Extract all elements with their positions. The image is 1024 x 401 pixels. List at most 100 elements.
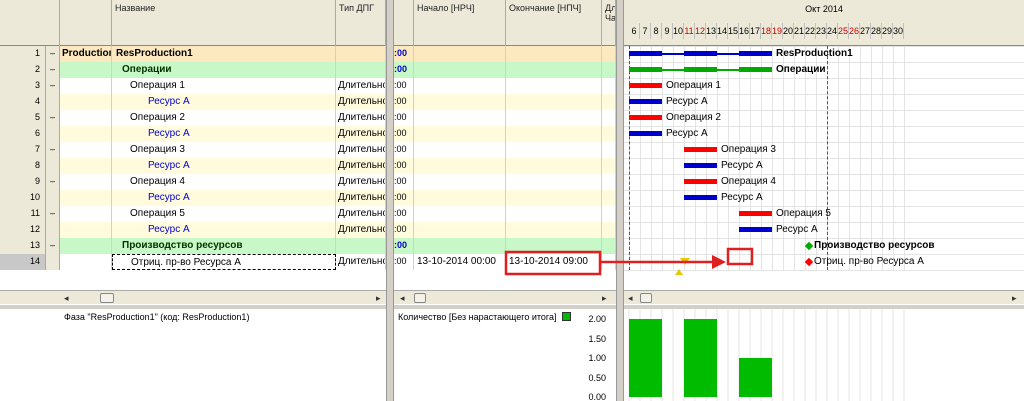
table-row[interactable]: :00 [394, 190, 616, 206]
histogram-bar[interactable] [629, 319, 662, 397]
table-row[interactable]: :00 [394, 46, 616, 62]
grid-h-scrollbar[interactable]: ◂ ▸ [0, 290, 386, 304]
row-start-cell[interactable] [414, 126, 506, 142]
scroll-left-arrow-icon[interactable]: ◂ [628, 291, 633, 305]
collapse-toggle-icon[interactable]: – [46, 174, 60, 190]
summary-bar[interactable] [629, 51, 662, 56]
header-start-column[interactable]: Начало [НРЧ] [414, 0, 506, 46]
row-start-cell[interactable] [414, 78, 506, 94]
operation-bar[interactable] [684, 147, 717, 152]
row-code-cell[interactable] [60, 222, 112, 238]
row-start-cell[interactable] [414, 158, 506, 174]
collapse-toggle-icon[interactable] [46, 94, 60, 110]
scroll-left-arrow-icon[interactable]: ◂ [64, 291, 69, 305]
table-row[interactable]: :00 [394, 206, 616, 222]
row-end-cell[interactable] [506, 206, 602, 222]
row-end-cell[interactable] [506, 158, 602, 174]
row-name-cell[interactable]: Операция 1 [112, 78, 336, 94]
row-name-cell[interactable]: Операция 4 [112, 174, 336, 190]
table-row[interactable]: :00 [394, 94, 616, 110]
row-duration-cell[interactable] [602, 94, 616, 110]
table-row[interactable]: :00 [394, 142, 616, 158]
row-partial-cell[interactable]: :00 [394, 222, 414, 238]
milestone-diamond-icon[interactable] [804, 241, 814, 251]
row-partial-cell[interactable]: :00 [394, 78, 414, 94]
row-start-cell[interactable] [414, 174, 506, 190]
row-partial-cell[interactable]: :00 [394, 46, 414, 62]
row-start-cell[interactable] [414, 46, 506, 62]
header-name-column[interactable]: Название [112, 0, 336, 46]
collapse-toggle-icon[interactable] [46, 190, 60, 206]
row-type-cell[interactable]: Длительно [336, 174, 386, 190]
header-end-column[interactable]: Окончание [НПЧ] [506, 0, 602, 46]
row-number[interactable]: 4 [0, 94, 46, 110]
row-end-cell[interactable] [506, 110, 602, 126]
row-end-cell[interactable] [506, 94, 602, 110]
operation-bar[interactable] [739, 211, 772, 216]
table-row[interactable]: 4 Ресурс А Длительно [0, 94, 386, 110]
header-type-column[interactable]: Тип ДПГ [336, 0, 386, 46]
row-duration-cell[interactable] [602, 174, 616, 190]
operation-bar[interactable] [629, 83, 662, 88]
row-start-cell[interactable] [414, 190, 506, 206]
row-code-cell[interactable] [60, 238, 112, 254]
row-end-cell[interactable] [506, 62, 602, 78]
row-name-cell[interactable]: Ресурс А [112, 190, 336, 206]
row-duration-cell[interactable] [602, 46, 616, 62]
collapse-toggle-icon[interactable]: – [46, 206, 60, 222]
collapse-toggle-icon[interactable]: – [46, 142, 60, 158]
collapse-toggle-icon[interactable]: – [46, 238, 60, 254]
row-name-cell[interactable]: Ресурс А [112, 222, 336, 238]
row-start-cell[interactable] [414, 142, 506, 158]
row-partial-cell[interactable]: :00 [394, 142, 414, 158]
table-row[interactable]: 14 Отриц. пр-во Ресурса А Длительно [0, 254, 386, 270]
row-number[interactable]: 12 [0, 222, 46, 238]
table-row[interactable]: :00 [394, 126, 616, 142]
row-end-cell[interactable] [506, 174, 602, 190]
row-type-cell[interactable] [336, 46, 386, 62]
resource-bar[interactable] [684, 163, 717, 168]
row-partial-cell[interactable]: :00 [394, 174, 414, 190]
table-row[interactable]: 6 Ресурс А Длительно [0, 126, 386, 142]
row-type-cell[interactable]: Длительно [336, 254, 386, 270]
table-row[interactable]: :00 [394, 158, 616, 174]
scroll-right-arrow-icon[interactable]: ▸ [1012, 291, 1017, 305]
row-type-cell[interactable]: Длительно [336, 142, 386, 158]
row-type-cell[interactable]: Длительно [336, 78, 386, 94]
operation-bar[interactable] [629, 115, 662, 120]
table-row[interactable]: :00 13-10-2014 00:00 13-10-2014 09:00 [394, 254, 616, 270]
table-row[interactable]: 8 Ресурс А Длительно [0, 158, 386, 174]
collapse-toggle-icon[interactable]: – [46, 62, 60, 78]
row-name-cell[interactable]: ResProduction1 [112, 46, 336, 62]
row-duration-cell[interactable] [602, 254, 616, 270]
table-row[interactable]: 12 Ресурс А Длительно [0, 222, 386, 238]
row-start-cell[interactable] [414, 110, 506, 126]
row-start-cell[interactable]: 13-10-2014 00:00 [414, 254, 506, 270]
row-duration-cell[interactable] [602, 222, 616, 238]
row-start-cell[interactable] [414, 62, 506, 78]
row-type-cell[interactable]: Длительно [336, 110, 386, 126]
row-duration-cell[interactable] [602, 206, 616, 222]
row-name-cell[interactable]: Ресурс А [112, 94, 336, 110]
collapse-toggle-icon[interactable]: – [46, 78, 60, 94]
row-duration-cell[interactable] [602, 238, 616, 254]
row-start-cell[interactable] [414, 222, 506, 238]
row-type-cell[interactable]: Длительно [336, 222, 386, 238]
scroll-thumb[interactable] [640, 293, 652, 303]
row-name-cell[interactable]: Операция 5 [112, 206, 336, 222]
row-code-cell[interactable] [60, 190, 112, 206]
row-duration-cell[interactable] [602, 142, 616, 158]
row-name-cell[interactable]: Ресурс А [112, 126, 336, 142]
row-partial-cell[interactable]: :00 [394, 62, 414, 78]
dates-h-scrollbar[interactable]: ◂ ▸ [394, 290, 616, 304]
row-partial-cell[interactable]: :00 [394, 126, 414, 142]
row-partial-cell[interactable]: :00 [394, 190, 414, 206]
row-number[interactable]: 10 [0, 190, 46, 206]
row-type-cell[interactable]: Длительно [336, 158, 386, 174]
table-row[interactable]: 13– Производство ресурсов [0, 238, 386, 254]
splitter-right[interactable] [616, 0, 624, 401]
table-row[interactable]: 5– Операция 2 Длительно [0, 110, 386, 126]
negative-production-marker-icon[interactable] [680, 258, 690, 265]
table-row[interactable]: 2– Операции [0, 62, 386, 78]
table-row[interactable]: 3– Операция 1 Длительно [0, 78, 386, 94]
